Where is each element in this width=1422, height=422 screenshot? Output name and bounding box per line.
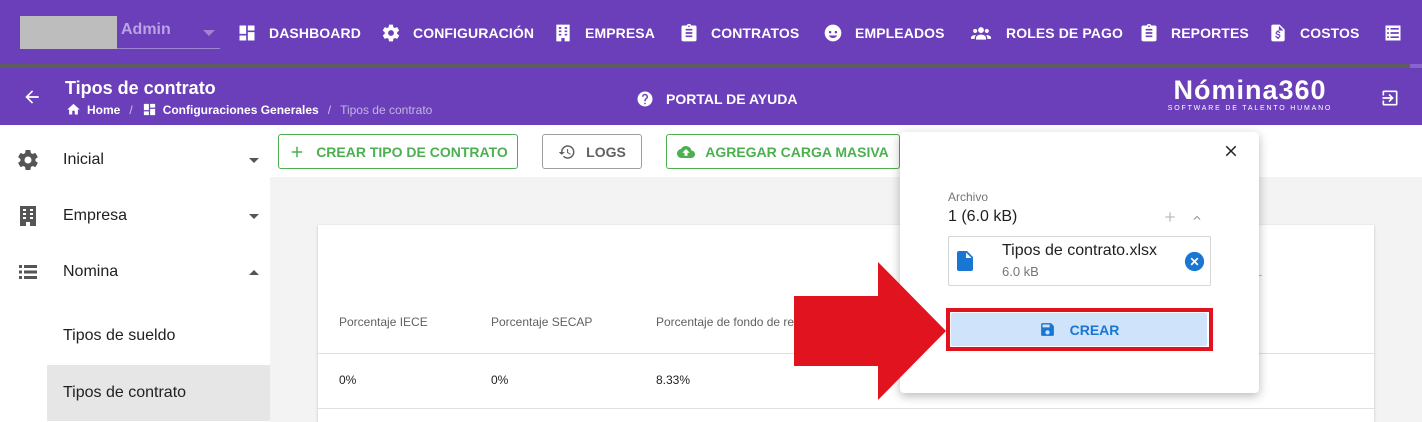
- chevron-up-icon: [249, 269, 259, 275]
- table-cell: 0%: [491, 373, 509, 387]
- sidebar-subitem-tipos-de-sueldo[interactable]: Tipos de sueldo: [47, 308, 270, 364]
- user-name: Admin: [121, 21, 171, 38]
- brand-tagline: SOFTWARE DE TALENTO HUMANO: [1167, 105, 1333, 112]
- save-icon: [1040, 323, 1054, 336]
- row-divider: [318, 408, 1374, 409]
- file-dollar-icon: [1271, 24, 1285, 42]
- nav-dashboard[interactable]: DASHBOARD: [237, 22, 361, 44]
- dashboard-icon: [143, 103, 155, 116]
- breadcrumb-separator: /: [129, 102, 133, 117]
- help-portal-label: PORTAL DE AYUDA: [666, 91, 798, 107]
- crear-button[interactable]: CREAR: [951, 313, 1207, 346]
- cloud-upload-icon: [677, 145, 696, 158]
- sidebar: Inicial Empresa Nomina Tipos de sueldo T…: [0, 125, 270, 422]
- history-icon: [558, 144, 575, 159]
- chevron-down-icon: [203, 30, 215, 36]
- breadcrumb-home[interactable]: Home: [87, 103, 120, 117]
- breadcrumb-configuraciones[interactable]: Configuraciones Generales: [163, 103, 319, 117]
- chevron-up-icon[interactable]: [1190, 211, 1204, 225]
- nav-roles-de-pago[interactable]: ROLES DE PAGO: [968, 22, 1123, 44]
- sidebar-item-inicial[interactable]: Inicial: [0, 132, 270, 188]
- create-contract-type-button[interactable]: CREAR TIPO DE CONTRATO: [278, 134, 518, 169]
- user-selector[interactable]: Admin: [20, 16, 220, 49]
- column-header-fondo-reserva[interactable]: Porcentaje de fondo de re: [656, 315, 794, 329]
- nav-configuracion-label: CONFIGURACIÓN: [413, 25, 535, 41]
- sidebar-item-label: Empresa: [63, 207, 128, 224]
- remove-file-icon[interactable]: [1184, 251, 1205, 272]
- brand-name: Nómina360: [1173, 75, 1327, 105]
- uploaded-file-item: Tipos de contrato.xlsx 6.0 kB: [948, 236, 1211, 286]
- table-cell: 0%: [339, 373, 357, 387]
- nav-contratos-label: CONTRATOS: [711, 25, 800, 41]
- file-name: Tipos de contrato.xlsx: [1002, 242, 1158, 259]
- list-icon: [1385, 25, 1401, 41]
- breadcrumb-current: Tipos de contrato: [340, 102, 433, 117]
- building-icon: [556, 24, 570, 42]
- top-navbar: Admin DASHBOARD CONFIGURACIÓN EMPRESA CO…: [0, 0, 1422, 67]
- page-header: Tipos de contrato Home / Configuraciones…: [0, 68, 1422, 125]
- help-icon: [637, 91, 653, 107]
- logout-icon[interactable]: [1380, 88, 1400, 108]
- nav-empleados[interactable]: EMPLEADOS: [823, 22, 945, 44]
- help-portal-link[interactable]: PORTAL DE AYUDA: [636, 90, 797, 108]
- brand-logo: Nómina360 SOFTWARE DE TALENTO HUMANO: [1160, 76, 1340, 112]
- page-title: Tipos de contrato: [65, 78, 216, 98]
- nav-contratos[interactable]: CONTRATOS: [679, 22, 799, 44]
- logs-label: LOGS: [586, 143, 626, 160]
- clipboard-icon: [681, 23, 697, 42]
- clipboard-list-icon: [1141, 23, 1157, 42]
- nav-reportes[interactable]: REPORTES: [1139, 22, 1249, 44]
- dashboard-icon: [239, 25, 255, 41]
- chevron-down-icon: [249, 157, 259, 163]
- building-icon: [20, 206, 36, 226]
- plus-icon[interactable]: [1162, 209, 1178, 225]
- nav-costos-label: COSTOS: [1300, 25, 1360, 41]
- nav-dashboard-label: DASHBOARD: [269, 25, 361, 41]
- logs-button[interactable]: LOGS: [542, 134, 642, 169]
- breadcrumb: Home / Configuraciones Generales / Tipos…: [66, 102, 432, 117]
- column-header-iece[interactable]: Porcentaje IECE: [339, 315, 428, 329]
- chevron-down-icon: [249, 213, 259, 219]
- sidebar-item-empresa[interactable]: Empresa: [0, 188, 270, 244]
- breadcrumb-separator: /: [327, 102, 332, 117]
- list-icon: [19, 265, 37, 279]
- home-icon: [67, 103, 80, 115]
- users-icon: [971, 27, 991, 40]
- file-size: 6.0 kB: [1002, 264, 1039, 279]
- nav-empresa[interactable]: EMPRESA: [553, 22, 655, 44]
- pointer-arrow-icon: [794, 262, 946, 400]
- avatar: [20, 16, 117, 49]
- nav-empresa-label: EMPRESA: [585, 25, 655, 41]
- column-header-secap[interactable]: Porcentaje SECAP: [491, 315, 592, 329]
- nav-costos[interactable]: COSTOS: [1268, 22, 1359, 44]
- face-icon: [824, 24, 842, 42]
- sidebar-item-nomina[interactable]: Nomina: [0, 244, 270, 300]
- nav-empleados-label: EMPLEADOS: [855, 25, 945, 41]
- nav-reportes-label: REPORTES: [1171, 25, 1249, 41]
- nav-more[interactable]: [1383, 22, 1415, 44]
- create-contract-type-label: CREAR TIPO DE CONTRATO: [316, 143, 508, 160]
- nav-roles-de-pago-label: ROLES DE PAGO: [1006, 25, 1123, 41]
- sidebar-item-label: Inicial: [63, 151, 104, 168]
- nav-configuracion[interactable]: CONFIGURACIÓN: [381, 22, 534, 44]
- table-cell: 8.33%: [656, 373, 691, 387]
- bulk-upload-button[interactable]: AGREGAR CARGA MASIVA: [666, 134, 900, 169]
- gear-icon: [18, 149, 38, 171]
- sidebar-subitem-tipos-de-contrato[interactable]: Tipos de contrato: [47, 365, 270, 421]
- bulk-upload-label: AGREGAR CARGA MASIVA: [705, 143, 889, 160]
- close-icon[interactable]: [1222, 142, 1240, 160]
- plus-icon: [291, 146, 303, 157]
- back-arrow-icon[interactable]: [22, 87, 42, 107]
- sidebar-item-label: Nomina: [63, 263, 119, 280]
- crear-label: CREAR: [1069, 321, 1120, 338]
- file-count: 1 (6.0 kB): [948, 208, 1018, 225]
- file-field-label: Archivo: [948, 190, 989, 204]
- gear-icon: [382, 24, 400, 42]
